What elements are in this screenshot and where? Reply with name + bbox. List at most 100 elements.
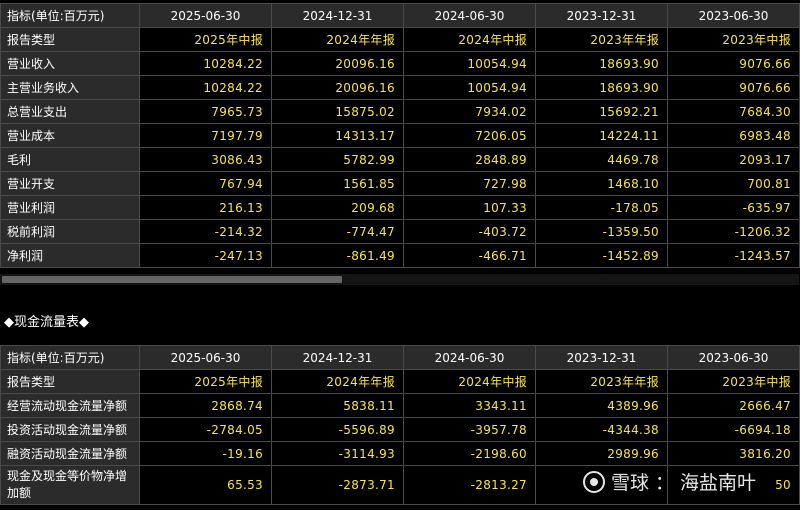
income-statement-table: 指标(单位:百万元) 2025-06-30 2024-12-31 2024-06… — [0, 3, 800, 268]
cell-value: -2813.27 — [403, 465, 536, 505]
horizontal-scrollbar[interactable] — [0, 274, 799, 285]
table-row: 融资活动现金流量净额 -19.16 -3114.93 -2198.60 2989… — [0, 441, 800, 466]
header-period: 2023-12-31 — [535, 345, 668, 370]
cell-value: 14224.11 — [535, 123, 668, 148]
cell-value: 6983.48 — [667, 123, 800, 148]
cell-value: -861.49 — [271, 243, 404, 268]
cell-value: -6694.18 — [667, 417, 800, 442]
header-period: 2023-12-31 — [535, 3, 668, 28]
cashflow-section-title: ◆现金流量表◆ — [4, 315, 89, 330]
row-label: 毛利 — [0, 147, 140, 172]
row-label: 融资活动现金流量净额 — [0, 441, 140, 466]
cell-value: -774.47 — [271, 219, 404, 244]
cell-value: -2198.60 — [403, 441, 536, 466]
cell-value: 65.53 — [139, 465, 272, 505]
cell-value: 15875.02 — [271, 99, 404, 124]
cell-value: 20096.16 — [271, 51, 404, 76]
cell-value: 2093.17 — [667, 147, 800, 172]
table-row: 报告类型 2025年中报 2024年年报 2024年中报 2023年年报 202… — [0, 369, 800, 394]
table-row: 营业成本 7197.79 14313.17 7206.05 14224.11 6… — [0, 123, 800, 148]
cell-value: 14313.17 — [271, 123, 404, 148]
cell-value: 1561.85 — [271, 171, 404, 196]
cell-value: -178.05 — [535, 195, 668, 220]
header-period: 2025-06-30 — [139, 345, 272, 370]
table-row: 报告类型 2025年中报 2024年年报 2024年中报 2023年年报 202… — [0, 27, 800, 52]
table-row: 经营流动现金流量净额 2868.74 5838.11 3343.11 4389.… — [0, 393, 800, 418]
cell-value: -5596.89 — [271, 417, 404, 442]
cell-value: -1243.57 — [667, 243, 800, 268]
cell-value: -214.32 — [139, 219, 272, 244]
cell-value: 2024年中报 — [403, 27, 536, 52]
cell-value: 2025年中报 — [139, 369, 272, 394]
cell-value: 700.81 — [667, 171, 800, 196]
cell-value: 9076.66 — [667, 51, 800, 76]
cell-value: 2023年中报 — [667, 27, 800, 52]
cell-value: 7965.73 — [139, 99, 272, 124]
row-label: 现金及现金等价物净增加额 — [0, 465, 140, 505]
table-row: 净利润 -247.13 -861.49 -466.71 -1452.89 -12… — [0, 243, 800, 268]
scrollbar-thumb[interactable] — [2, 276, 342, 283]
row-label: 报告类型 — [0, 369, 140, 394]
cell-value: 20096.16 — [271, 75, 404, 100]
cell-value: 209.68 — [271, 195, 404, 220]
header-period: 2024-12-31 — [271, 3, 404, 28]
table-row: 营业利润 216.13 209.68 107.33 -178.05 -635.9… — [0, 195, 800, 220]
income-statement-table-wrapper: 指标(单位:百万元) 2025-06-30 2024-12-31 2024-06… — [0, 3, 800, 268]
table-row: 主营业务收入 10284.22 20096.16 10054.94 18693.… — [0, 75, 800, 100]
cell-value: 2023年中报 — [667, 369, 800, 394]
cashflow-table-header: 指标(单位:百万元) 2025-06-30 2024-12-31 2024-06… — [0, 345, 800, 370]
cell-value: 2848.89 — [403, 147, 536, 172]
table-row: 税前利润 -214.32 -774.47 -403.72 -1359.50 -1… — [0, 219, 800, 244]
cell-value: 5782.99 — [271, 147, 404, 172]
cell-value: -466.71 — [403, 243, 536, 268]
cell-value: -3957.78 — [403, 417, 536, 442]
row-label: 净利润 — [0, 243, 140, 268]
header-period: 2023-06-30 — [667, 345, 800, 370]
table-row: 营业开支 767.94 1561.85 727.98 1468.10 700.8… — [0, 171, 800, 196]
cell-value: -635.97 — [667, 195, 800, 220]
cell-value: -4344.38 — [535, 417, 668, 442]
table-row: 投资活动现金流量净额 -2784.05 -5596.89 -3957.78 -4… — [0, 417, 800, 442]
row-label: 总营业支出 — [0, 99, 140, 124]
cell-value: -1452.89 — [535, 243, 668, 268]
cell-value: 2024年年报 — [271, 369, 404, 394]
cell-value: 3816.20 — [667, 441, 800, 466]
cell-value: 10054.94 — [403, 75, 536, 100]
cell-value: 727.98 — [403, 171, 536, 196]
cell-value: 4389.96 — [535, 393, 668, 418]
cell-value: 10284.22 — [139, 75, 272, 100]
table-row: 营业收入 10284.22 20096.16 10054.94 18693.90… — [0, 51, 800, 76]
table-row: 毛利 3086.43 5782.99 2848.89 4469.78 2093.… — [0, 147, 800, 172]
watermark-separator: ： — [655, 472, 675, 494]
cell-value: 7684.30 — [667, 99, 800, 124]
table-row: 总营业支出 7965.73 15875.02 7934.02 15692.21 … — [0, 99, 800, 124]
cell-value: -403.72 — [403, 219, 536, 244]
row-label: 营业收入 — [0, 51, 140, 76]
cell-value: 2023年年报 — [535, 369, 668, 394]
cell-value: 10054.94 — [403, 51, 536, 76]
row-label: 税前利润 — [0, 219, 140, 244]
cell-value: 7206.05 — [403, 123, 536, 148]
cell-value: 2025年中报 — [139, 27, 272, 52]
cell-value: -1206.32 — [667, 219, 800, 244]
cell-value: 2023年年报 — [535, 27, 668, 52]
cell-value: 7197.79 — [139, 123, 272, 148]
header-period: 2024-06-30 — [403, 345, 536, 370]
row-label: 营业开支 — [0, 171, 140, 196]
cell-value: 2868.74 — [139, 393, 272, 418]
cell-value: 5838.11 — [271, 393, 404, 418]
header-period: 2024-12-31 — [271, 345, 404, 370]
watermark-brand: 雪球 — [611, 472, 650, 494]
cell-value: 216.13 — [139, 195, 272, 220]
xueqiu-watermark: 雪球 ： 海盐南叶 — [583, 468, 756, 495]
row-label: 营业利润 — [0, 195, 140, 220]
cell-value: 2989.96 — [535, 441, 668, 466]
header-indicator: 指标(单位:百万元) — [0, 345, 140, 370]
cell-value: 2024年年报 — [271, 27, 404, 52]
income-table-header: 指标(单位:百万元) 2025-06-30 2024-12-31 2024-06… — [0, 3, 800, 28]
cell-value: -3114.93 — [271, 441, 404, 466]
cell-value: 767.94 — [139, 171, 272, 196]
header-period: 2023-06-30 — [667, 3, 800, 28]
snowball-logo-icon — [583, 470, 605, 493]
cell-value: 1468.10 — [535, 171, 668, 196]
